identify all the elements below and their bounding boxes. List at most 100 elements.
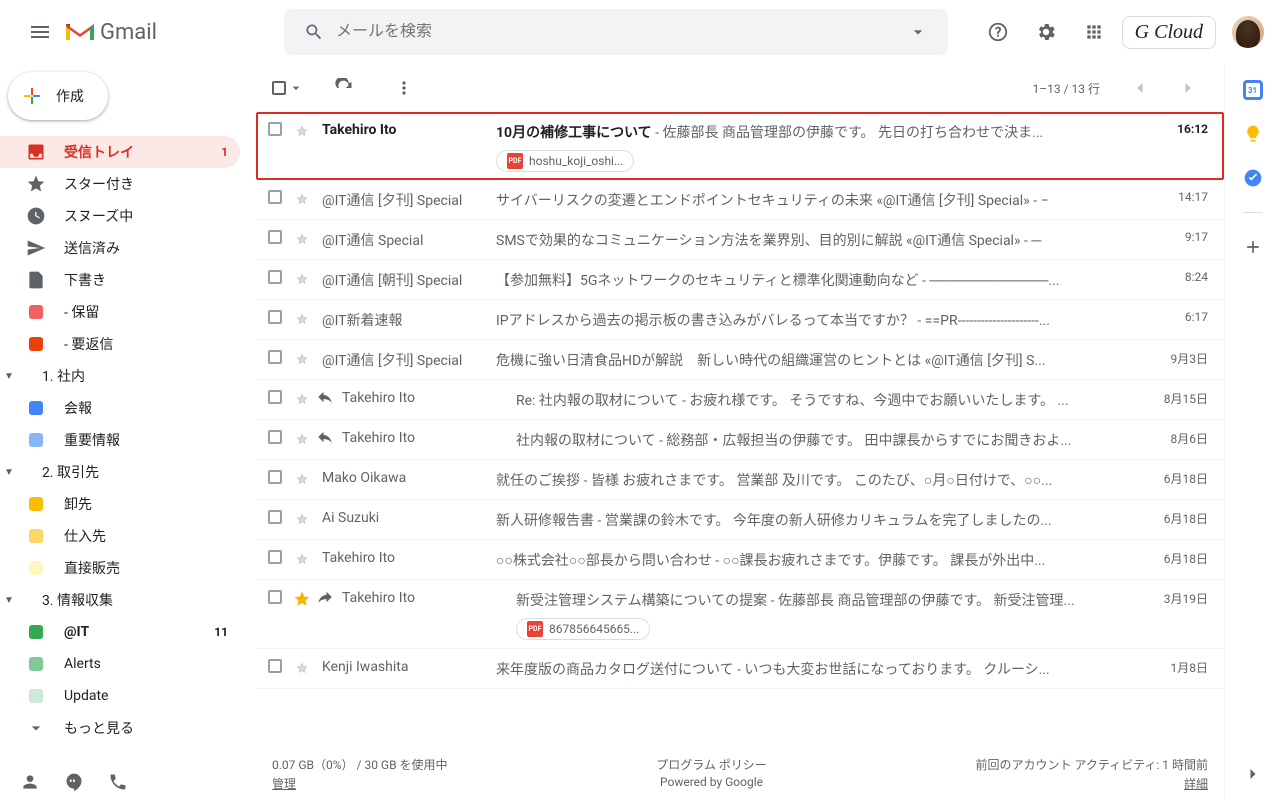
- tasks-icon[interactable]: [1243, 168, 1263, 188]
- star-button[interactable]: [288, 388, 316, 408]
- mail-row[interactable]: @IT新着速報IPアドレスから過去の掲示板の書き込みがバレるって本当ですか？ -…: [256, 300, 1224, 340]
- mail-row[interactable]: @IT通信 [夕刊] Specialサイバーリスクの変遷とエンドポイントセキュリ…: [256, 180, 1224, 220]
- manage-link[interactable]: 管理: [272, 775, 448, 792]
- nav-snoozed[interactable]: スヌーズ中: [0, 200, 240, 232]
- star-button[interactable]: [288, 588, 316, 608]
- nav-juyou[interactable]: 重要情報: [0, 424, 240, 456]
- star-button[interactable]: [288, 468, 316, 488]
- nav-pending[interactable]: - 保留: [0, 296, 240, 328]
- details-link[interactable]: 詳細: [1184, 775, 1208, 792]
- nav-chokusetsu[interactable]: 直接販売: [0, 552, 240, 584]
- nav-drafts[interactable]: 下書き: [0, 264, 240, 296]
- attachment-chip[interactable]: PDFhoshu_koji_oshi...: [496, 150, 634, 172]
- mail-row[interactable]: Takehiro Ito10月の補修工事について - 佐藤部長 商品管理部の伊藤…: [256, 112, 1224, 180]
- calendar-icon[interactable]: 31: [1243, 80, 1263, 100]
- more-button[interactable]: [384, 68, 424, 108]
- nav-group-info[interactable]: ▼3. 情報収集: [0, 584, 256, 616]
- star-button[interactable]: [288, 308, 316, 328]
- collapse-panel-icon[interactable]: [1243, 764, 1263, 784]
- star-button[interactable]: [288, 120, 316, 140]
- refresh-button[interactable]: [324, 68, 364, 108]
- star-button[interactable]: [288, 548, 316, 568]
- star-button[interactable]: [288, 657, 316, 677]
- row-checkbox[interactable]: [268, 228, 288, 248]
- mail-sender: Takehiro Ito: [336, 388, 516, 406]
- next-page-button[interactable]: [1168, 68, 1208, 108]
- mail-row[interactable]: Takehiro ItoRe: 社内報の取材について - お疲れ様です。 そうで…: [256, 380, 1224, 420]
- row-checkbox[interactable]: [268, 548, 288, 568]
- star-button[interactable]: [288, 268, 316, 288]
- account-avatar[interactable]: [1232, 16, 1264, 48]
- row-checkbox[interactable]: [268, 348, 288, 368]
- mail-row[interactable]: @IT通信 [朝刊] Special【参加無料】5Gネットワークのセキュリティと…: [256, 260, 1224, 300]
- mail-sender: @IT通信 [朝刊] Special: [316, 268, 496, 290]
- nav-group-internal[interactable]: ▼1. 社内: [0, 360, 256, 392]
- row-checkbox[interactable]: [268, 268, 288, 288]
- mail-row[interactable]: Takehiro Ito社内報の取材について - 総務部・広報担当の伊藤です。 …: [256, 420, 1224, 460]
- nav-inbox[interactable]: 受信トレイ 1: [0, 136, 240, 168]
- contacts-icon[interactable]: [20, 772, 40, 792]
- row-checkbox[interactable]: [268, 120, 288, 140]
- mail-row[interactable]: Takehiro Ito新受注管理システム構築についての提案 - 佐藤部長 商品…: [256, 580, 1224, 649]
- mail-time: 6月18日: [1148, 508, 1208, 527]
- hangouts-icon[interactable]: [64, 772, 84, 792]
- pager-text: 1–13 / 13 行: [1033, 80, 1100, 97]
- row-checkbox[interactable]: [268, 588, 288, 608]
- workspace-brand[interactable]: G Cloud: [1122, 16, 1216, 49]
- search-icon[interactable]: [292, 22, 336, 42]
- nav-update[interactable]: Update: [0, 680, 240, 712]
- mail-snippet: - ────────────...: [919, 273, 1060, 289]
- mail-row[interactable]: @IT通信 SpecialSMSで効果的なコミュニケーション方法を業界別、目的別…: [256, 220, 1224, 260]
- row-checkbox[interactable]: [268, 188, 288, 208]
- mail-row[interactable]: @IT通信 [夕刊] Special危機に強い日清食品HDが解説 新しい時代の組…: [256, 340, 1224, 380]
- mail-snippet: - 営業課の鈴木です。 今年度の新人研修カリキュラムを完了しましたの...: [594, 513, 1052, 529]
- support-icon[interactable]: [978, 12, 1018, 52]
- addons-icon[interactable]: [1243, 237, 1263, 257]
- mail-sender: @IT新着速報: [316, 308, 496, 330]
- nav-more[interactable]: もっと見る: [0, 712, 240, 744]
- main-menu-button[interactable]: [16, 8, 64, 56]
- row-checkbox[interactable]: [268, 428, 288, 448]
- star-button[interactable]: [288, 428, 316, 448]
- star-button[interactable]: [288, 228, 316, 248]
- search-options-icon[interactable]: [896, 22, 940, 42]
- nav-oroshi[interactable]: 卸先: [0, 488, 240, 520]
- row-checkbox[interactable]: [268, 657, 288, 677]
- mail-snippet: - 皆様 お疲れさまです。 営業部 及川です。 このたび、○月○日付けで、○○.…: [580, 473, 1052, 489]
- row-checkbox[interactable]: [268, 388, 288, 408]
- nav-shiire[interactable]: 仕入先: [0, 520, 240, 552]
- star-button[interactable]: [288, 508, 316, 528]
- row-checkbox[interactable]: [268, 508, 288, 528]
- phone-icon[interactable]: [108, 772, 128, 792]
- nav-reply-needed[interactable]: - 要返信: [0, 328, 240, 360]
- select-all-checkbox[interactable]: [272, 80, 304, 96]
- powered-text: Powered by Google: [660, 775, 763, 789]
- nav-group-partners[interactable]: ▼2. 取引先: [0, 456, 256, 488]
- nav-starred[interactable]: スター付き: [0, 168, 240, 200]
- mail-row[interactable]: Mako Oikawa就任のご挨拶 - 皆様 お疲れさまです。 営業部 及川です…: [256, 460, 1224, 500]
- attachment-chip[interactable]: PDF867856645665...: [516, 618, 650, 640]
- pdf-icon: PDF: [507, 153, 523, 169]
- mail-time: 6月18日: [1148, 468, 1208, 487]
- mail-row[interactable]: Kenji Iwashita来年度版の商品カタログ送付について - いつも大変お…: [256, 649, 1224, 689]
- mail-row[interactable]: Ai Suzuki新人研修報告書 - 営業課の鈴木です。 今年度の新人研修カリキ…: [256, 500, 1224, 540]
- search-input[interactable]: [336, 23, 896, 41]
- apps-icon[interactable]: [1074, 12, 1114, 52]
- policy-link[interactable]: プログラム ポリシー: [656, 756, 767, 773]
- mail-row[interactable]: Takehiro Ito○○株式会社○○部長から問い合わせ - ○○課長お疲れさ…: [256, 540, 1224, 580]
- prev-page-button[interactable]: [1120, 68, 1160, 108]
- settings-icon[interactable]: [1026, 12, 1066, 52]
- gmail-logo[interactable]: Gmail: [64, 20, 244, 45]
- mail-time: 8月6日: [1148, 428, 1208, 447]
- nav-atit[interactable]: @IT11: [0, 616, 240, 648]
- keep-icon[interactable]: [1243, 124, 1263, 144]
- compose-button[interactable]: 作成: [8, 72, 108, 120]
- nav-alerts[interactable]: Alerts: [0, 648, 240, 680]
- nav-kaihou[interactable]: 会報: [0, 392, 240, 424]
- star-button[interactable]: [288, 188, 316, 208]
- nav-sent[interactable]: 送信済み: [0, 232, 240, 264]
- row-checkbox[interactable]: [268, 468, 288, 488]
- star-button[interactable]: [288, 348, 316, 368]
- search-bar[interactable]: [284, 9, 948, 55]
- row-checkbox[interactable]: [268, 308, 288, 328]
